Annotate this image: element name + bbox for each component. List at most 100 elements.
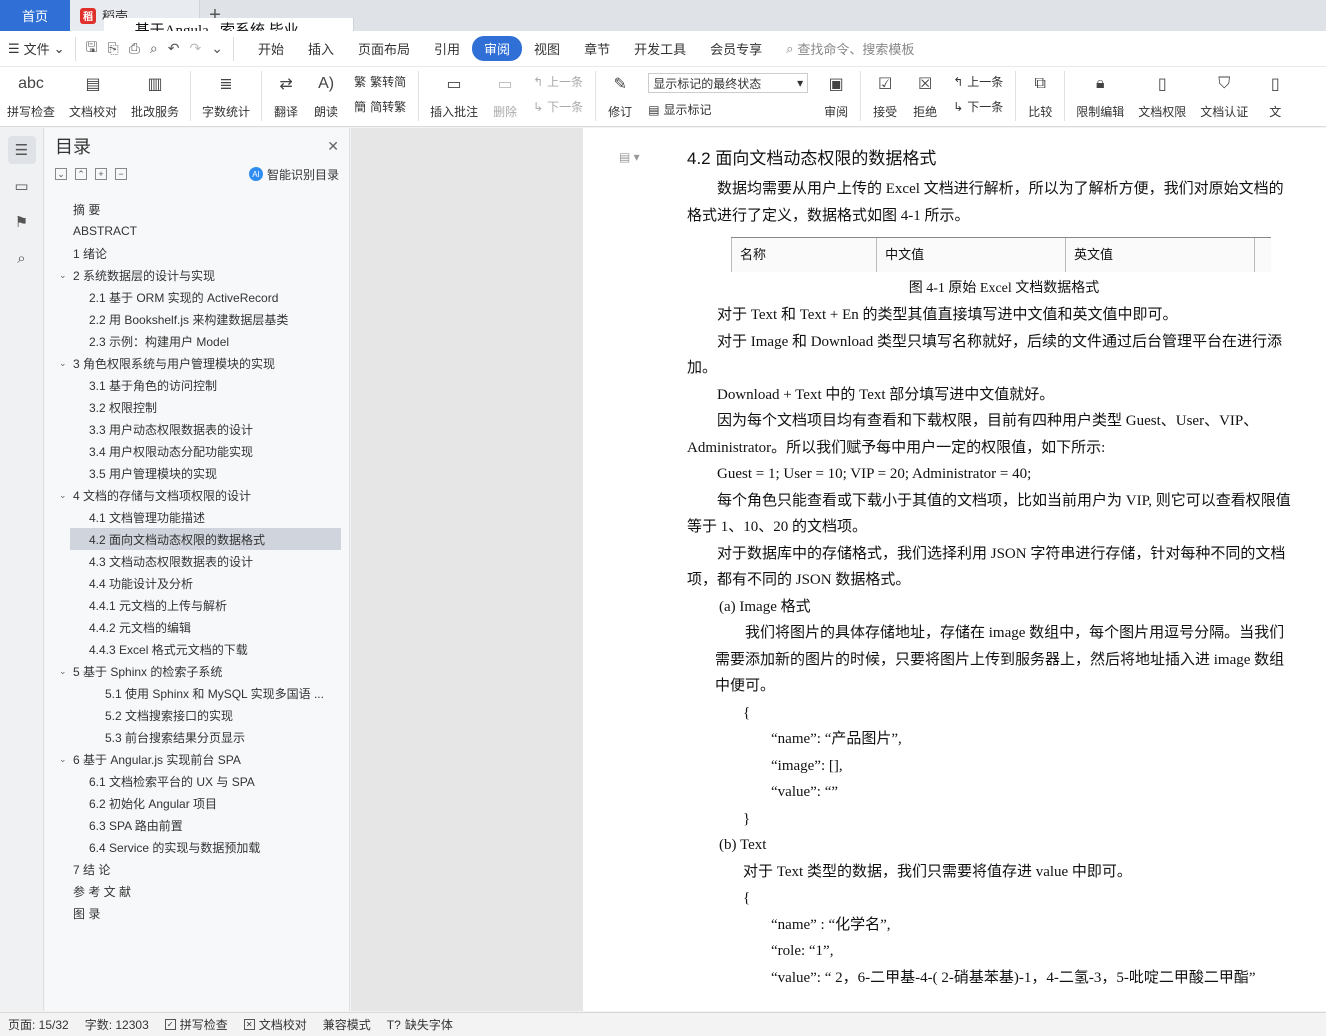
file-menu[interactable]: ☰ 文件 ⌄	[8, 39, 75, 58]
toc-item[interactable]: 3.4 用户权限动态分配功能实现	[45, 440, 345, 462]
toc-item[interactable]: 3.5 用户管理模块的实现	[45, 462, 345, 484]
toc-item[interactable]: 4.4.3 Excel 格式元文档的下载	[45, 638, 345, 660]
toc-item[interactable]: 6.4 Service 的实现与数据预加载	[45, 836, 345, 858]
menu-references[interactable]: 引用	[422, 36, 472, 61]
chevron-down-icon[interactable]: ⌄	[59, 270, 73, 281]
toc-item[interactable]: 3.2 权限控制	[45, 396, 345, 418]
status-proofread[interactable]: ✕ 文档校对	[243, 1016, 307, 1033]
toc-item[interactable]: 图 录	[45, 902, 345, 924]
doc-permission-button[interactable]: ▯ 文档权限	[1131, 71, 1193, 120]
print-preview-icon[interactable]: ⌕	[150, 40, 158, 57]
chevron-down-icon[interactable]: ⌄	[59, 358, 73, 369]
document-canvas[interactable]: ▤ ▾ 4.2 面向文档动态权限的数据格式 数据均需要从用户上传的 Excel …	[351, 128, 1326, 1011]
menu-developer[interactable]: 开发工具	[622, 36, 698, 61]
delete-comment-button[interactable]: ▭ 删除	[485, 71, 525, 120]
menu-insert[interactable]: 插入	[296, 36, 346, 61]
chevron-down-icon[interactable]: ⌄	[59, 490, 73, 501]
menu-chapter[interactable]: 章节	[572, 36, 622, 61]
compare-button[interactable]: ⧉ 比较	[1020, 71, 1060, 120]
simp-to-trad-button[interactable]: 簡简转繁	[354, 98, 406, 115]
accept-button[interactable]: ☑ 接受	[865, 71, 905, 120]
menu-review[interactable]: 审阅	[472, 36, 523, 61]
doc-auth-button[interactable]: ⛉ 文档认证	[1193, 71, 1255, 120]
revise-button[interactable]: ✎ 修订	[600, 71, 640, 120]
page-indicator[interactable]: 页面: 15/32	[8, 1016, 69, 1033]
chapter-nav-icon[interactable]: ▭	[8, 172, 36, 200]
show-markup-button[interactable]: ▤ 显示标记	[648, 101, 808, 118]
next-comment-button[interactable]: ↳ 下一条	[533, 98, 583, 115]
more-ribbon-button[interactable]: ▯ 文	[1255, 71, 1295, 120]
toc-item[interactable]: 5.2 文档搜索接口的实现	[45, 704, 345, 726]
toc-item[interactable]: 4.4.1 元文档的上传与解析	[45, 594, 345, 616]
chevron-down-icon[interactable]: ⌄	[59, 754, 73, 765]
close-icon[interactable]: ✕	[327, 138, 339, 155]
toc-item[interactable]: 摘 要	[45, 198, 345, 220]
toc-item[interactable]: ⌄ 5 基于 Sphinx 的检索子系统	[45, 660, 345, 682]
restrict-edit-button[interactable]: 🔒︎ 限制编辑	[1069, 71, 1131, 120]
toc-item[interactable]: 6.3 SPA 路由前置	[45, 814, 345, 836]
toc-item[interactable]: ⌄ 6 基于 Angular.js 实现前台 SPA	[45, 748, 345, 770]
trad-to-simp-button[interactable]: 繁繁转简	[354, 73, 406, 90]
toc-item[interactable]: 6.1 文档检索平台的 UX 与 SPA	[45, 770, 345, 792]
menu-member[interactable]: 会员专享	[698, 36, 774, 61]
toc-item[interactable]: 2.3 示例：构建用户 Model	[45, 330, 345, 352]
toc-item[interactable]: 7 结 论	[45, 858, 345, 880]
bookmark-icon[interactable]: ⚑	[8, 208, 36, 236]
toc-panel-icon[interactable]: ☰	[7, 136, 36, 164]
toc-item[interactable]: 5.1 使用 Sphinx 和 MySQL 实现多国语 ...	[45, 682, 345, 704]
prev-revision-button[interactable]: ↰ 上一条	[953, 73, 1003, 90]
redo-icon[interactable]: ↷	[190, 40, 202, 57]
toc-item[interactable]: ⌄ 4 文档的存储与文档项权限的设计	[45, 484, 345, 506]
collapse-all-icon[interactable]: ⌃	[75, 168, 87, 180]
smart-toc-button[interactable]: AI 智能识别目录	[248, 166, 339, 183]
paragraph-menu-icon[interactable]: ▤ ▾	[619, 150, 640, 164]
document-body[interactable]: 4.2 面向文档动态权限的数据格式 数据均需要从用户上传的 Excel 文档进行…	[687, 146, 1293, 991]
search-icon[interactable]: ⌕	[8, 244, 36, 272]
markup-state-select[interactable]: 显示标记的最终状态 ▾	[648, 73, 809, 93]
toc-item[interactable]: 4.1 文档管理功能描述	[45, 506, 345, 528]
toc-item[interactable]: 6.2 初始化 Angular 项目	[45, 792, 345, 814]
status-spell-check[interactable]: ✓ 拼写检查	[164, 1016, 228, 1033]
toc-item[interactable]: 参 考 文 献	[45, 880, 345, 902]
annotation-service-button[interactable]: ▥ 批改服务	[124, 71, 186, 120]
toc-item[interactable]: ABSTRACT	[45, 220, 345, 242]
review-pane-button[interactable]: ▣ 审阅	[816, 71, 856, 120]
toc-item[interactable]: 4.2 面向文档动态权限的数据格式	[70, 528, 341, 550]
insert-comment-button[interactable]: ▭ 插入批注	[423, 71, 485, 120]
toc-item[interactable]: 3.1 基于角色的访问控制	[45, 374, 345, 396]
document-page[interactable]: ▤ ▾ 4.2 面向文档动态权限的数据格式 数据均需要从用户上传的 Excel …	[583, 128, 1326, 1011]
missing-font[interactable]: T? 缺失字体	[387, 1016, 453, 1033]
print-icon[interactable]: ⎙	[129, 40, 140, 57]
toc-item[interactable]: 2.2 用 Bookshelf.js 来构建数据层基类	[45, 308, 345, 330]
toc-item[interactable]: 5.3 前台搜索结果分页显示	[45, 726, 345, 748]
toc-item[interactable]: 4.4.2 元文档的编辑	[45, 616, 345, 638]
prev-comment-button[interactable]: ↰ 上一条	[533, 73, 583, 90]
tab-home[interactable]: 首页	[0, 0, 70, 31]
toc-item[interactable]: ⌄ 3 角色权限系统与用户管理模块的实现	[45, 352, 345, 374]
toc-item[interactable]: 3.3 用户动态权限数据表的设计	[45, 418, 345, 440]
word-count-button[interactable]: ≣ 字数统计	[195, 71, 257, 120]
next-revision-button[interactable]: ↳ 下一条	[953, 98, 1003, 115]
read-aloud-button[interactable]: A) 朗读	[306, 71, 346, 120]
translate-button[interactable]: ⇄ 翻译	[266, 71, 306, 120]
toc-item[interactable]: 1 绪论	[45, 242, 345, 264]
undo-icon[interactable]: ↶	[168, 40, 180, 57]
customize-chevron-icon[interactable]: ⌄	[211, 40, 223, 57]
menu-home[interactable]: 开始	[246, 36, 296, 61]
toc-item[interactable]: ⌄ 2 系统数据层的设计与实现	[45, 264, 345, 286]
command-search[interactable]: ⌕ 查找命令、搜索模板	[786, 39, 914, 58]
save-icon[interactable]: 🖫	[86, 37, 98, 61]
toc-item[interactable]: 2.1 基于 ORM 实现的 ActiveRecord	[45, 286, 345, 308]
chevron-down-icon[interactable]: ⌄	[59, 666, 73, 677]
menu-layout[interactable]: 页面布局	[346, 36, 422, 61]
spell-check-button[interactable]: abc 拼写检查	[0, 71, 62, 120]
toc-item[interactable]: 4.4 功能设计及分析	[45, 572, 345, 594]
remove-level-icon[interactable]: −	[115, 168, 127, 180]
reject-button[interactable]: ☒ 拒绝	[905, 71, 945, 120]
proofread-button[interactable]: ▤ 文档校对	[62, 71, 124, 120]
expand-all-icon[interactable]: ⌄	[55, 168, 67, 180]
toc-item[interactable]: 4.3 文档动态权限数据表的设计	[45, 550, 345, 572]
add-level-icon[interactable]: +	[95, 168, 107, 180]
word-count[interactable]: 字数: 12303	[85, 1016, 149, 1033]
menu-view[interactable]: 视图	[522, 36, 572, 61]
